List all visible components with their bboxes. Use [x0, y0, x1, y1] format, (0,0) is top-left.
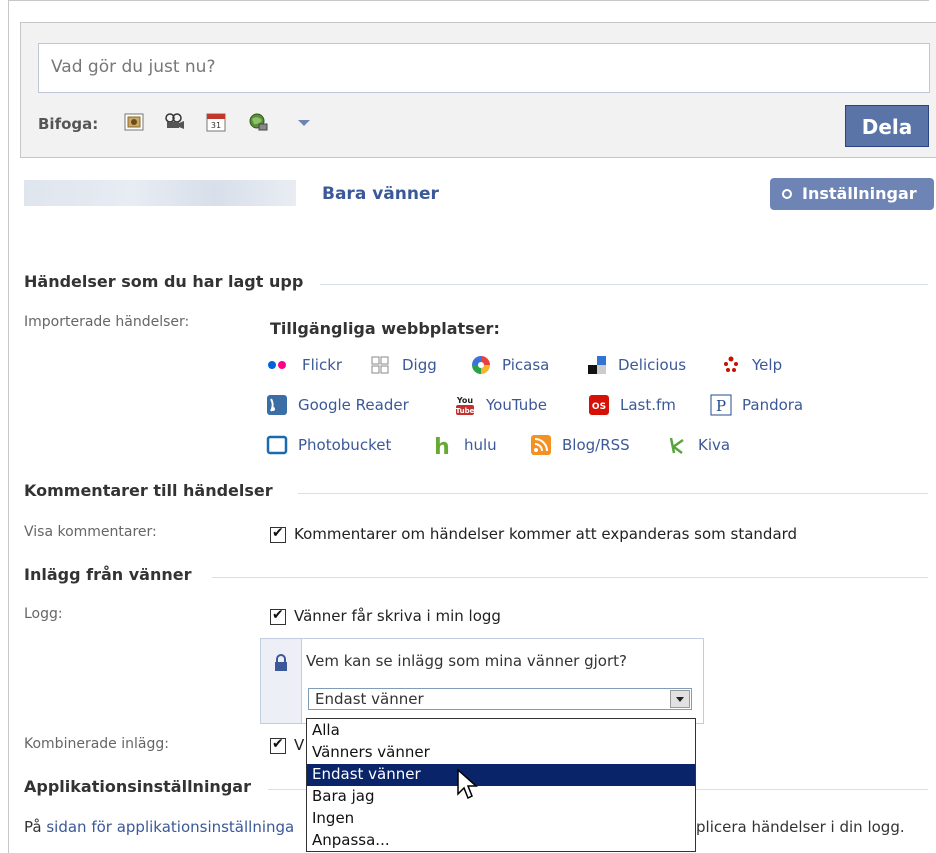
- site-label: Delicious: [618, 356, 687, 374]
- google-reader-icon: [267, 395, 287, 415]
- status-input[interactable]: Vad gör du just nu?: [38, 43, 930, 93]
- posts-section-title: Inlägg från vänner: [24, 565, 192, 584]
- flickr-icon: [268, 361, 286, 369]
- apps-section-title: Applikationsinställningar: [24, 777, 251, 796]
- option-anpassa[interactable]: Anpassa...: [307, 830, 695, 852]
- expand-comments-text: Kommentarer om händelser kommer att expa…: [294, 525, 798, 543]
- privacy-select-value: Endast vänner: [315, 690, 424, 708]
- chevron-down-icon[interactable]: [297, 119, 311, 127]
- site-label: hulu: [464, 436, 497, 454]
- site-label: Google Reader: [298, 396, 409, 414]
- friends-can-post-text: Vänner får skriva i min logg: [294, 607, 501, 625]
- available-sites-title: Tillgängliga webbplatser:: [270, 319, 500, 338]
- divider: [212, 577, 928, 578]
- events-section-title: Händelser som du har lagt upp: [24, 272, 304, 291]
- expand-comments-checkbox[interactable]: [270, 525, 286, 543]
- apps-text-before: På: [24, 818, 47, 836]
- site-label: Photobucket: [298, 436, 392, 454]
- settings-button[interactable]: Inställningar: [770, 178, 934, 210]
- site-label: Last.fm: [620, 396, 676, 414]
- combined-posts-text: V: [294, 736, 305, 754]
- option-ingen[interactable]: Ingen: [307, 808, 695, 830]
- svg-text:h: h: [434, 435, 450, 456]
- divider: [320, 284, 928, 285]
- apps-text: På sidan för applikationsinställninga: [24, 818, 294, 836]
- option-bara-jag[interactable]: Bara jag: [307, 786, 695, 808]
- show-comments-label: Visa kommentarer:: [24, 524, 157, 540]
- audience-link[interactable]: Bara vänner: [322, 184, 439, 204]
- divider: [696, 789, 928, 790]
- pandora-icon: P: [710, 394, 732, 416]
- publisher-box: Vad gör du just nu? Bifoga: 31 Dela: [20, 22, 936, 158]
- hulu-icon: h: [434, 435, 450, 456]
- combined-posts-checkbox[interactable]: [270, 736, 286, 754]
- friends-can-post-checkbox[interactable]: [270, 607, 286, 625]
- logg-label: Logg:: [24, 606, 63, 622]
- digg-icon: [371, 356, 389, 374]
- site-label: YouTube: [486, 396, 547, 414]
- privacy-select[interactable]: Endast vänner: [308, 688, 692, 710]
- apps-text-after: plicera händelser i din logg.: [696, 818, 905, 836]
- site-label: Kiva: [698, 436, 731, 454]
- combined-posts-label: Kombinerade inlägg:: [24, 736, 169, 752]
- divider: [298, 493, 928, 494]
- svg-text:31: 31: [211, 121, 221, 130]
- site-label: Pandora: [742, 396, 804, 414]
- rss-icon: [531, 435, 551, 455]
- photo-icon[interactable]: [123, 111, 145, 133]
- settings-icon: [782, 189, 792, 199]
- settings-label: Inställningar: [802, 184, 917, 203]
- privacy-dropdown-list: Alla Vänners vänner Endast vänner Bara j…: [306, 718, 696, 852]
- delicious-icon: [588, 356, 606, 374]
- site-label: Blog/RSS: [562, 436, 630, 454]
- option-alla[interactable]: Alla: [307, 720, 695, 742]
- blurred-name: [24, 180, 296, 206]
- kiva-icon: [669, 437, 684, 454]
- site-label: Picasa: [502, 356, 550, 374]
- event-icon[interactable]: 31: [205, 111, 227, 133]
- privacy-question: Vem kan se inlägg som mina vänner gjort?: [306, 652, 627, 670]
- imported-events-label: Importerade händelser:: [24, 314, 190, 330]
- link-icon[interactable]: [247, 111, 269, 133]
- dropdown-arrow-icon[interactable]: [670, 690, 690, 708]
- site-label: Yelp: [752, 356, 783, 374]
- lock-icon: [275, 654, 287, 671]
- yelp-icon: [724, 356, 738, 372]
- divider: [268, 789, 306, 790]
- svg-text:You: You: [456, 396, 474, 405]
- app-settings-link[interactable]: sidan för applikationsinställninga: [46, 818, 294, 836]
- video-icon[interactable]: [163, 111, 185, 133]
- attach-label: Bifoga:: [38, 115, 99, 133]
- svg-text:P: P: [716, 397, 726, 415]
- youtube-icon: You Tube: [456, 396, 475, 415]
- lastfm-icon: OS: [589, 395, 609, 415]
- photobucket-icon: [266, 435, 288, 455]
- share-button[interactable]: Dela: [845, 105, 929, 147]
- site-label: Flickr: [302, 356, 343, 374]
- svg-text:OS: OS: [592, 402, 606, 412]
- mouse-cursor-icon: [457, 768, 478, 800]
- post-privacy-box: [260, 638, 704, 724]
- option-vanners-vanner[interactable]: Vänners vänner: [307, 742, 695, 764]
- svg-text:Tube: Tube: [456, 407, 475, 415]
- site-label: Digg: [402, 356, 437, 374]
- picasa-icon: [472, 356, 490, 374]
- option-endast-vanner[interactable]: Endast vänner: [307, 764, 695, 786]
- comments-section-title: Kommentarer till händelser: [24, 481, 273, 500]
